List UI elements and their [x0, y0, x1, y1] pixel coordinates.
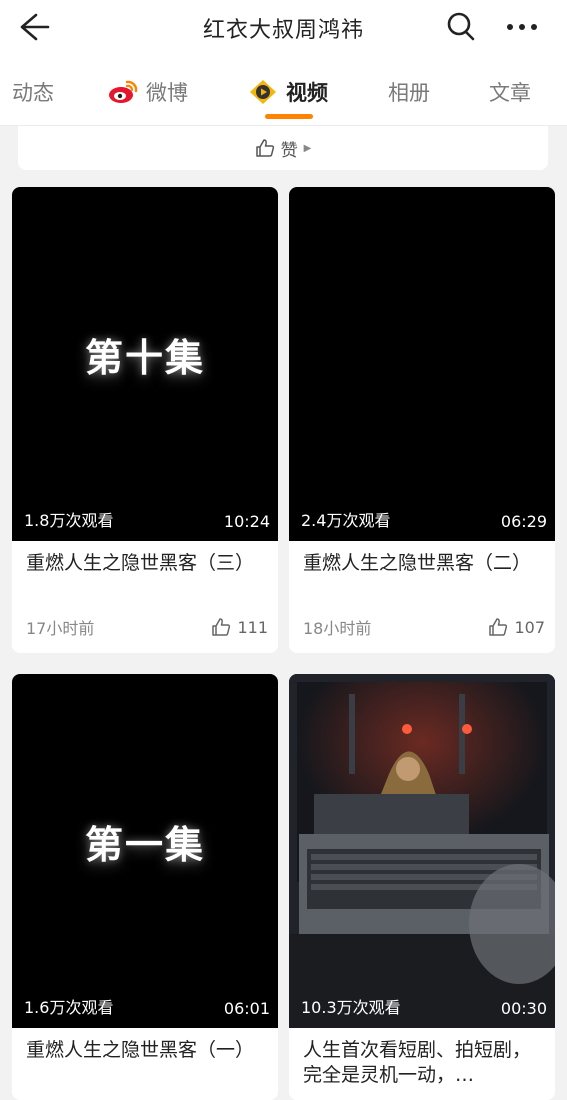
tab-album[interactable]: 相册: [388, 77, 430, 107]
video-title[interactable]: 重燃人生之隐世黑客（一）: [12, 1028, 278, 1088]
video-card[interactable]: 第一集 1.6万次观看 06:01 重燃人生之隐世黑客（一）: [12, 674, 278, 1100]
page-title: 红衣大叔周鸿祎: [202, 17, 364, 43]
weibo-icon: [109, 80, 138, 103]
like-count-button[interactable]: 107: [488, 617, 545, 637]
like-count-button[interactable]: 111: [211, 617, 268, 637]
video-thumbnail[interactable]: 第十集 1.8万次观看 10:24: [12, 187, 278, 541]
post-time: 18小时前: [303, 619, 372, 638]
like-count: 111: [237, 617, 268, 637]
video-title[interactable]: 重燃人生之隐世黑客（三）: [12, 541, 278, 601]
video-duration: 06:01: [223, 999, 270, 1018]
more-icon[interactable]: [505, 18, 539, 36]
thumb-up-icon: [212, 618, 231, 636]
tab-weibo[interactable]: 微博: [108, 77, 188, 107]
view-count: 2.4万次观看: [301, 511, 391, 530]
video-duration: 00:30: [500, 999, 547, 1018]
video-meta: 18小时前 107: [289, 601, 555, 653]
tab-label: 文章: [489, 81, 531, 105]
video-duration: 10:24: [223, 512, 270, 531]
tab-dongtai[interactable]: 动态: [12, 77, 54, 107]
tab-label: 视频: [286, 81, 328, 105]
video-icon: [250, 80, 276, 104]
tab-label: 相册: [388, 81, 430, 105]
caret-right-icon: ▶: [303, 142, 312, 154]
video-title[interactable]: 人生首次看短剧、拍短剧，完全是灵机一动，…: [289, 1028, 555, 1088]
tab-label: 微博: [146, 81, 188, 105]
video-card[interactable]: 第十集 1.8万次观看 10:24 重燃人生之隐世黑客（三） 17小时前 111: [12, 187, 278, 653]
video-meta: 17小时前 111: [12, 601, 278, 653]
view-count: 1.8万次观看: [24, 511, 114, 530]
tab-label: 动态: [12, 81, 54, 105]
view-count: 1.6万次观看: [24, 998, 114, 1017]
top-bar: 红衣大叔周鸿祎: [0, 0, 567, 55]
view-count: 10.3万次观看: [301, 998, 401, 1017]
thumb-up-icon: [489, 618, 508, 636]
search-icon[interactable]: [446, 10, 476, 42]
thumb-up-icon: [255, 139, 274, 157]
active-tab-indicator: [265, 114, 313, 119]
video-frame-image: [289, 674, 555, 1028]
back-arrow-icon[interactable]: [16, 10, 52, 44]
video-card[interactable]: 10.3万次观看 00:30 人生首次看短剧、拍短剧，完全是灵机一动，…: [289, 674, 555, 1100]
episode-title-overlay: 第一集: [84, 822, 205, 867]
tab-video[interactable]: 视频: [248, 77, 328, 107]
video-title[interactable]: 重燃人生之隐世黑客（二）: [289, 541, 555, 601]
video-thumbnail[interactable]: 第一集 1.6万次观看 06:01: [12, 674, 278, 1028]
post-time: 17小时前: [26, 619, 95, 638]
tab-article[interactable]: 文章: [489, 77, 531, 107]
video-thumbnail[interactable]: 2.4万次观看 06:29: [289, 187, 555, 541]
video-card[interactable]: 2.4万次观看 06:29 重燃人生之隐世黑客（二） 18小时前 107: [289, 187, 555, 653]
like-label: 赞: [280, 140, 298, 161]
episode-title-overlay: 第十集: [84, 335, 205, 380]
like-button[interactable]: 赞 ▶: [18, 126, 548, 170]
video-thumbnail[interactable]: 10.3万次观看 00:30: [289, 674, 555, 1028]
video-duration: 06:29: [500, 512, 547, 531]
like-count: 107: [514, 617, 545, 637]
